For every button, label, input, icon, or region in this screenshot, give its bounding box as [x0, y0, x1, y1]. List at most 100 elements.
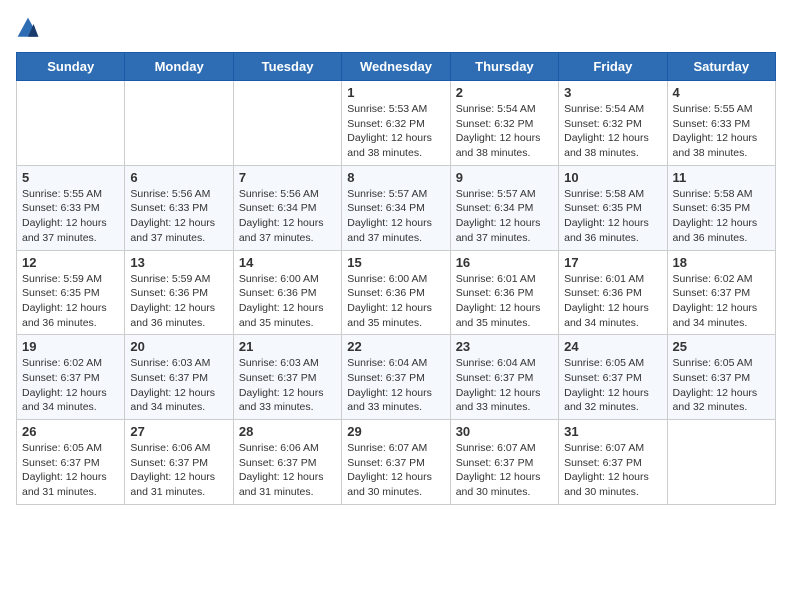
day-number: 26 [22, 424, 119, 439]
weekday-header-cell: Tuesday [233, 53, 341, 81]
day-info: Sunrise: 5:54 AMSunset: 6:32 PMDaylight:… [456, 102, 553, 161]
day-number: 13 [130, 255, 227, 270]
day-info: Sunrise: 6:02 AMSunset: 6:37 PMDaylight:… [22, 356, 119, 415]
day-number: 7 [239, 170, 336, 185]
day-info: Sunrise: 5:56 AMSunset: 6:34 PMDaylight:… [239, 187, 336, 246]
weekday-header-cell: Thursday [450, 53, 558, 81]
calendar-week-row: 1 Sunrise: 5:53 AMSunset: 6:32 PMDaylight… [17, 81, 776, 166]
calendar-day-cell: 7 Sunrise: 5:56 AMSunset: 6:34 PMDaylight… [233, 165, 341, 250]
day-info: Sunrise: 6:05 AMSunset: 6:37 PMDaylight:… [22, 441, 119, 500]
day-number: 31 [564, 424, 661, 439]
calendar-day-cell: 8 Sunrise: 5:57 AMSunset: 6:34 PMDaylight… [342, 165, 450, 250]
logo-icon [16, 16, 40, 40]
day-info: Sunrise: 5:54 AMSunset: 6:32 PMDaylight:… [564, 102, 661, 161]
day-number: 14 [239, 255, 336, 270]
calendar-day-cell: 25 Sunrise: 6:05 AMSunset: 6:37 PMDayligh… [667, 335, 775, 420]
day-number: 11 [673, 170, 770, 185]
calendar-day-cell [17, 81, 125, 166]
day-info: Sunrise: 6:04 AMSunset: 6:37 PMDaylight:… [456, 356, 553, 415]
calendar-day-cell: 28Sunrise: 6:06 AMSunset: 6:37 PMDayligh… [233, 420, 341, 505]
day-number: 25 [673, 339, 770, 354]
calendar-header: SundayMondayTuesdayWednesdayThursdayFrid… [17, 53, 776, 81]
day-number: 2 [456, 85, 553, 100]
calendar-day-cell: 17 Sunrise: 6:01 AMSunset: 6:36 PMDayligh… [559, 250, 667, 335]
calendar-day-cell: 10 Sunrise: 5:58 AMSunset: 6:35 PMDayligh… [559, 165, 667, 250]
day-info: Sunrise: 5:55 AMSunset: 6:33 PMDaylight:… [22, 187, 119, 246]
day-info: Sunrise: 5:55 AMSunset: 6:33 PMDaylight:… [673, 102, 770, 161]
day-number: 12 [22, 255, 119, 270]
logo [16, 16, 42, 40]
day-info: Sunrise: 6:02 AMSunset: 6:37 PMDaylight:… [673, 272, 770, 331]
calendar-week-row: 5 Sunrise: 5:55 AMSunset: 6:33 PMDaylight… [17, 165, 776, 250]
calendar-day-cell [667, 420, 775, 505]
weekday-header-cell: Wednesday [342, 53, 450, 81]
calendar-day-cell: 22Sunrise: 6:04 AMSunset: 6:37 PMDayligh… [342, 335, 450, 420]
day-info: Sunrise: 6:07 AMSunset: 6:37 PMDaylight:… [456, 441, 553, 500]
calendar-day-cell: 26 Sunrise: 6:05 AMSunset: 6:37 PMDayligh… [17, 420, 125, 505]
calendar-day-cell: 13 Sunrise: 5:59 AMSunset: 6:36 PMDayligh… [125, 250, 233, 335]
calendar-day-cell: 18 Sunrise: 6:02 AMSunset: 6:37 PMDayligh… [667, 250, 775, 335]
day-info: Sunrise: 5:59 AMSunset: 6:35 PMDaylight:… [22, 272, 119, 331]
weekday-header-cell: Monday [125, 53, 233, 81]
calendar-table: SundayMondayTuesdayWednesdayThursdayFrid… [16, 52, 776, 505]
day-number: 15 [347, 255, 444, 270]
calendar-day-cell: 4 Sunrise: 5:55 AMSunset: 6:33 PMDaylight… [667, 81, 775, 166]
day-number: 16 [456, 255, 553, 270]
day-number: 23 [456, 339, 553, 354]
day-info: Sunrise: 5:58 AMSunset: 6:35 PMDaylight:… [564, 187, 661, 246]
calendar-day-cell: 23 Sunrise: 6:04 AMSunset: 6:37 PMDayligh… [450, 335, 558, 420]
day-number: 9 [456, 170, 553, 185]
day-number: 4 [673, 85, 770, 100]
day-info: Sunrise: 5:53 AMSunset: 6:32 PMDaylight:… [347, 102, 444, 161]
day-info: Sunrise: 6:06 AMSunset: 6:37 PMDaylight:… [130, 441, 227, 500]
calendar-week-row: 19 Sunrise: 6:02 AMSunset: 6:37 PMDayligh… [17, 335, 776, 420]
day-number: 27 [130, 424, 227, 439]
calendar-day-cell: 3 Sunrise: 5:54 AMSunset: 6:32 PMDaylight… [559, 81, 667, 166]
calendar-day-cell: 9 Sunrise: 5:57 AMSunset: 6:34 PMDaylight… [450, 165, 558, 250]
weekday-header-cell: Friday [559, 53, 667, 81]
calendar-day-cell: 6 Sunrise: 5:56 AMSunset: 6:33 PMDaylight… [125, 165, 233, 250]
day-info: Sunrise: 6:05 AMSunset: 6:37 PMDaylight:… [673, 356, 770, 415]
day-number: 6 [130, 170, 227, 185]
calendar-day-cell: 19 Sunrise: 6:02 AMSunset: 6:37 PMDayligh… [17, 335, 125, 420]
page-header [16, 16, 776, 40]
calendar-day-cell: 14 Sunrise: 6:00 AMSunset: 6:36 PMDayligh… [233, 250, 341, 335]
weekday-header-cell: Sunday [17, 53, 125, 81]
calendar-day-cell: 11Sunrise: 5:58 AMSunset: 6:35 PMDayligh… [667, 165, 775, 250]
day-info: Sunrise: 5:59 AMSunset: 6:36 PMDaylight:… [130, 272, 227, 331]
day-info: Sunrise: 6:06 AMSunset: 6:37 PMDaylight:… [239, 441, 336, 500]
day-info: Sunrise: 6:05 AMSunset: 6:37 PMDaylight:… [564, 356, 661, 415]
weekday-header-cell: Saturday [667, 53, 775, 81]
day-info: Sunrise: 6:07 AMSunset: 6:37 PMDaylight:… [347, 441, 444, 500]
day-number: 18 [673, 255, 770, 270]
day-number: 19 [22, 339, 119, 354]
day-number: 5 [22, 170, 119, 185]
day-number: 17 [564, 255, 661, 270]
day-number: 3 [564, 85, 661, 100]
calendar-day-cell: 12 Sunrise: 5:59 AMSunset: 6:35 PMDayligh… [17, 250, 125, 335]
calendar-day-cell: 16Sunrise: 6:01 AMSunset: 6:36 PMDayligh… [450, 250, 558, 335]
calendar-day-cell: 31 Sunrise: 6:07 AMSunset: 6:37 PMDayligh… [559, 420, 667, 505]
day-info: Sunrise: 5:57 AMSunset: 6:34 PMDaylight:… [456, 187, 553, 246]
calendar-day-cell: 1 Sunrise: 5:53 AMSunset: 6:32 PMDaylight… [342, 81, 450, 166]
day-number: 1 [347, 85, 444, 100]
day-info: Sunrise: 6:00 AMSunset: 6:36 PMDaylight:… [239, 272, 336, 331]
calendar-week-row: 26 Sunrise: 6:05 AMSunset: 6:37 PMDayligh… [17, 420, 776, 505]
calendar-week-row: 12 Sunrise: 5:59 AMSunset: 6:35 PMDayligh… [17, 250, 776, 335]
day-info: Sunrise: 5:57 AMSunset: 6:34 PMDaylight:… [347, 187, 444, 246]
calendar-day-cell [125, 81, 233, 166]
calendar-day-cell: 29Sunrise: 6:07 AMSunset: 6:37 PMDayligh… [342, 420, 450, 505]
day-number: 21 [239, 339, 336, 354]
day-number: 8 [347, 170, 444, 185]
day-number: 10 [564, 170, 661, 185]
day-info: Sunrise: 6:03 AMSunset: 6:37 PMDaylight:… [239, 356, 336, 415]
calendar-day-cell: 24 Sunrise: 6:05 AMSunset: 6:37 PMDayligh… [559, 335, 667, 420]
calendar-day-cell: 27 Sunrise: 6:06 AMSunset: 6:37 PMDayligh… [125, 420, 233, 505]
calendar-day-cell [233, 81, 341, 166]
calendar-day-cell: 30Sunrise: 6:07 AMSunset: 6:37 PMDayligh… [450, 420, 558, 505]
day-info: Sunrise: 6:07 AMSunset: 6:37 PMDaylight:… [564, 441, 661, 500]
day-info: Sunrise: 6:01 AMSunset: 6:36 PMDaylight:… [564, 272, 661, 331]
day-number: 24 [564, 339, 661, 354]
day-info: Sunrise: 6:03 AMSunset: 6:37 PMDaylight:… [130, 356, 227, 415]
day-info: Sunrise: 5:56 AMSunset: 6:33 PMDaylight:… [130, 187, 227, 246]
